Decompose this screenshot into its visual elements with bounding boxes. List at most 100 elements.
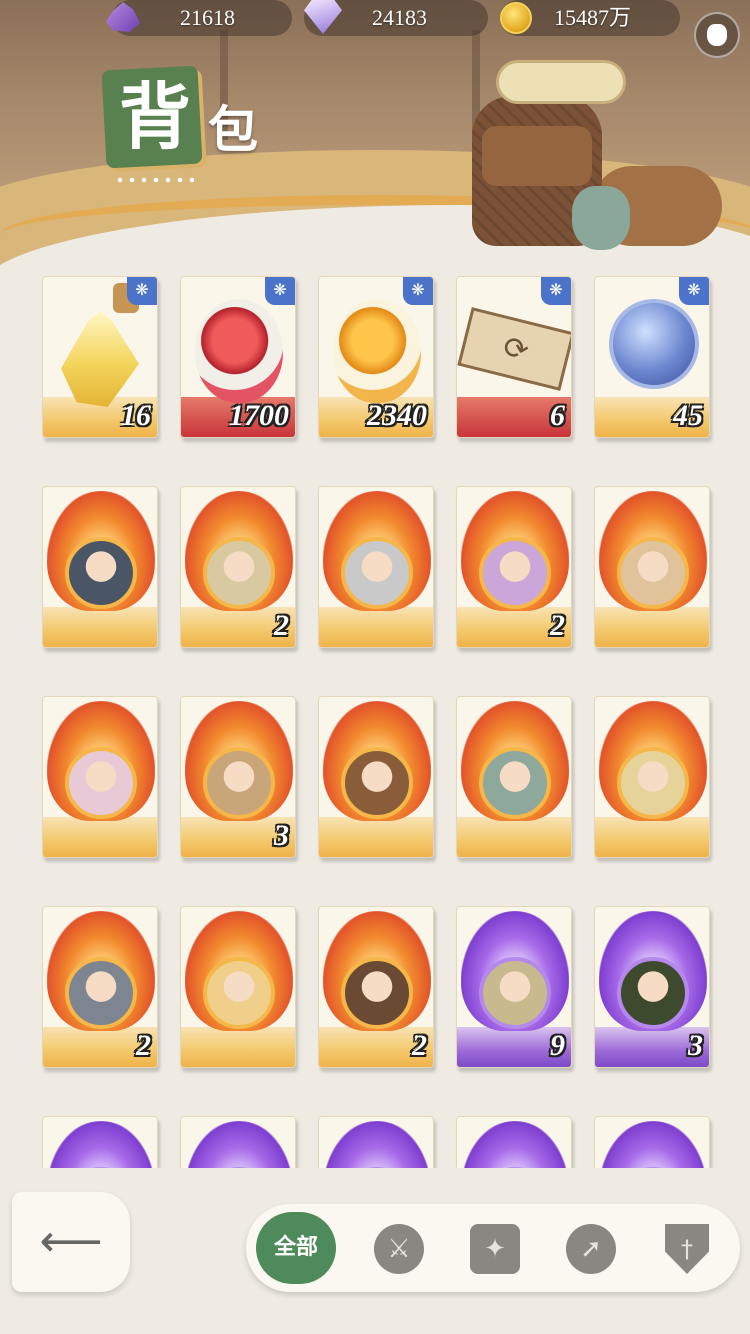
item-count: 3 [274,819,289,852]
hero-6[interactable] [42,696,158,858]
hero-portrait [203,957,275,1029]
hero-portrait [203,537,275,609]
flame-frame [323,1121,431,1168]
filter-bar: 全部 ⚔ ✦ ➚ † [246,1204,740,1292]
item-count: 2 [274,609,289,642]
currency-diamond: 24183 [304,0,488,36]
hero-12[interactable] [180,906,296,1068]
warrior-helmet-icon: ⚔ [374,1224,424,1274]
blue-orb-icon [609,299,699,389]
card-base [595,607,709,647]
item-count: 6 [550,399,565,432]
hero-1[interactable] [42,486,158,648]
filter-warrior[interactable]: ⚔ [372,1222,426,1276]
hero-2[interactable]: 2 [180,486,296,648]
hero-portrait [617,747,689,819]
title-char-1: 背 [118,75,191,159]
item-count: 2340 [367,399,427,432]
hero-portrait [617,957,689,1029]
hero-20[interactable] [594,1116,710,1168]
item-count: 45 [673,399,703,432]
hero-portrait [203,747,275,819]
ticket-icon: ⟳ [457,307,571,391]
compass-icon: ➚ [566,1224,616,1274]
star-badge-icon: ❋ [679,277,709,305]
item-orb[interactable]: ❋ 45 [594,276,710,438]
back-arrow-icon: ⟵ [39,1216,103,1267]
hero-portrait [65,747,137,819]
item-potion[interactable]: ❋ 16 [42,276,158,438]
star-badge-icon: ❋ [127,277,157,305]
hero-18[interactable] [318,1116,434,1168]
card-base [595,817,709,857]
backpack-illustration [462,56,722,256]
hero-7[interactable]: 3 [180,696,296,858]
potion-bottle-icon [61,311,139,407]
flame-frame [185,1121,293,1168]
hero-portrait [341,747,413,819]
card-base [43,607,157,647]
currency-value: 15487万 [554,5,632,30]
hero-portrait [479,537,551,609]
hero-8[interactable] [318,696,434,858]
gold-coin-icon [500,2,532,34]
pouch [572,186,630,250]
backpack-flap [482,126,592,186]
hero-portrait [617,537,689,609]
item-gold-egg[interactable]: ❋ 2340 [318,276,434,438]
flame-frame [47,1121,155,1168]
diamond-icon [304,0,342,34]
item-ticket[interactable]: ⟳ ❋ 6 [456,276,572,438]
hero-16[interactable] [42,1116,158,1168]
hero-portrait [65,957,137,1029]
item-count: 2 [550,609,565,642]
backpack-roll [496,60,626,104]
star-badge-icon: ❋ [541,277,571,305]
hero-portrait [341,537,413,609]
hero-9[interactable] [456,696,572,858]
gold-egg-icon [333,299,421,403]
hero-3[interactable] [318,486,434,648]
item-count: 2 [412,1029,427,1062]
back-button[interactable]: ⟵ [12,1192,130,1292]
money-bag-icon [707,24,727,46]
hero-portrait [479,957,551,1029]
item-count: 9 [550,1029,565,1062]
inventory-grid: ❋ 16 ❋ 1700 ❋ 2340 ⟳ ❋ 6 ❋ 45 2 2 3 2 2 9 3 [0,276,750,1168]
card-base [319,607,433,647]
star-badge-icon: ❋ [265,277,295,305]
hero-19[interactable] [456,1116,572,1168]
money-bag-button[interactable] [694,12,740,58]
hero-portrait [65,537,137,609]
currency-value: 21618 [180,5,235,30]
title-char-2: 包 [208,101,258,159]
hero-14[interactable]: 9 [456,906,572,1068]
currency-gold: 15487万 [500,0,680,36]
card-base [43,817,157,857]
filter-compass[interactable]: ➚ [564,1222,618,1276]
item-red-egg[interactable]: ❋ 1700 [180,276,296,438]
hero-11[interactable]: 2 [42,906,158,1068]
star-badge-icon: ❋ [403,277,433,305]
hero-13[interactable]: 2 [318,906,434,1068]
hero-17[interactable] [180,1116,296,1168]
sword-shield-icon: † [665,1224,709,1274]
fence-decoration [220,30,480,140]
item-count: 3 [688,1029,703,1062]
hero-5[interactable] [594,486,710,648]
hero-portrait [341,957,413,1029]
item-count: 2 [136,1029,151,1062]
card-base [181,1027,295,1067]
hero-4[interactable]: 2 [456,486,572,648]
currency-amethyst: 21618 [106,0,292,36]
hero-15[interactable]: 3 [594,906,710,1068]
filter-shield[interactable]: † [660,1222,714,1276]
filter-star[interactable]: ✦ [468,1222,522,1276]
title-dots [114,176,194,184]
hero-10[interactable] [594,696,710,858]
flame-frame [461,1121,569,1168]
filter-all-button[interactable]: 全部 [256,1212,336,1284]
star-compass-icon: ✦ [470,1224,520,1274]
card-base [457,817,571,857]
currency-value: 24183 [372,5,427,30]
